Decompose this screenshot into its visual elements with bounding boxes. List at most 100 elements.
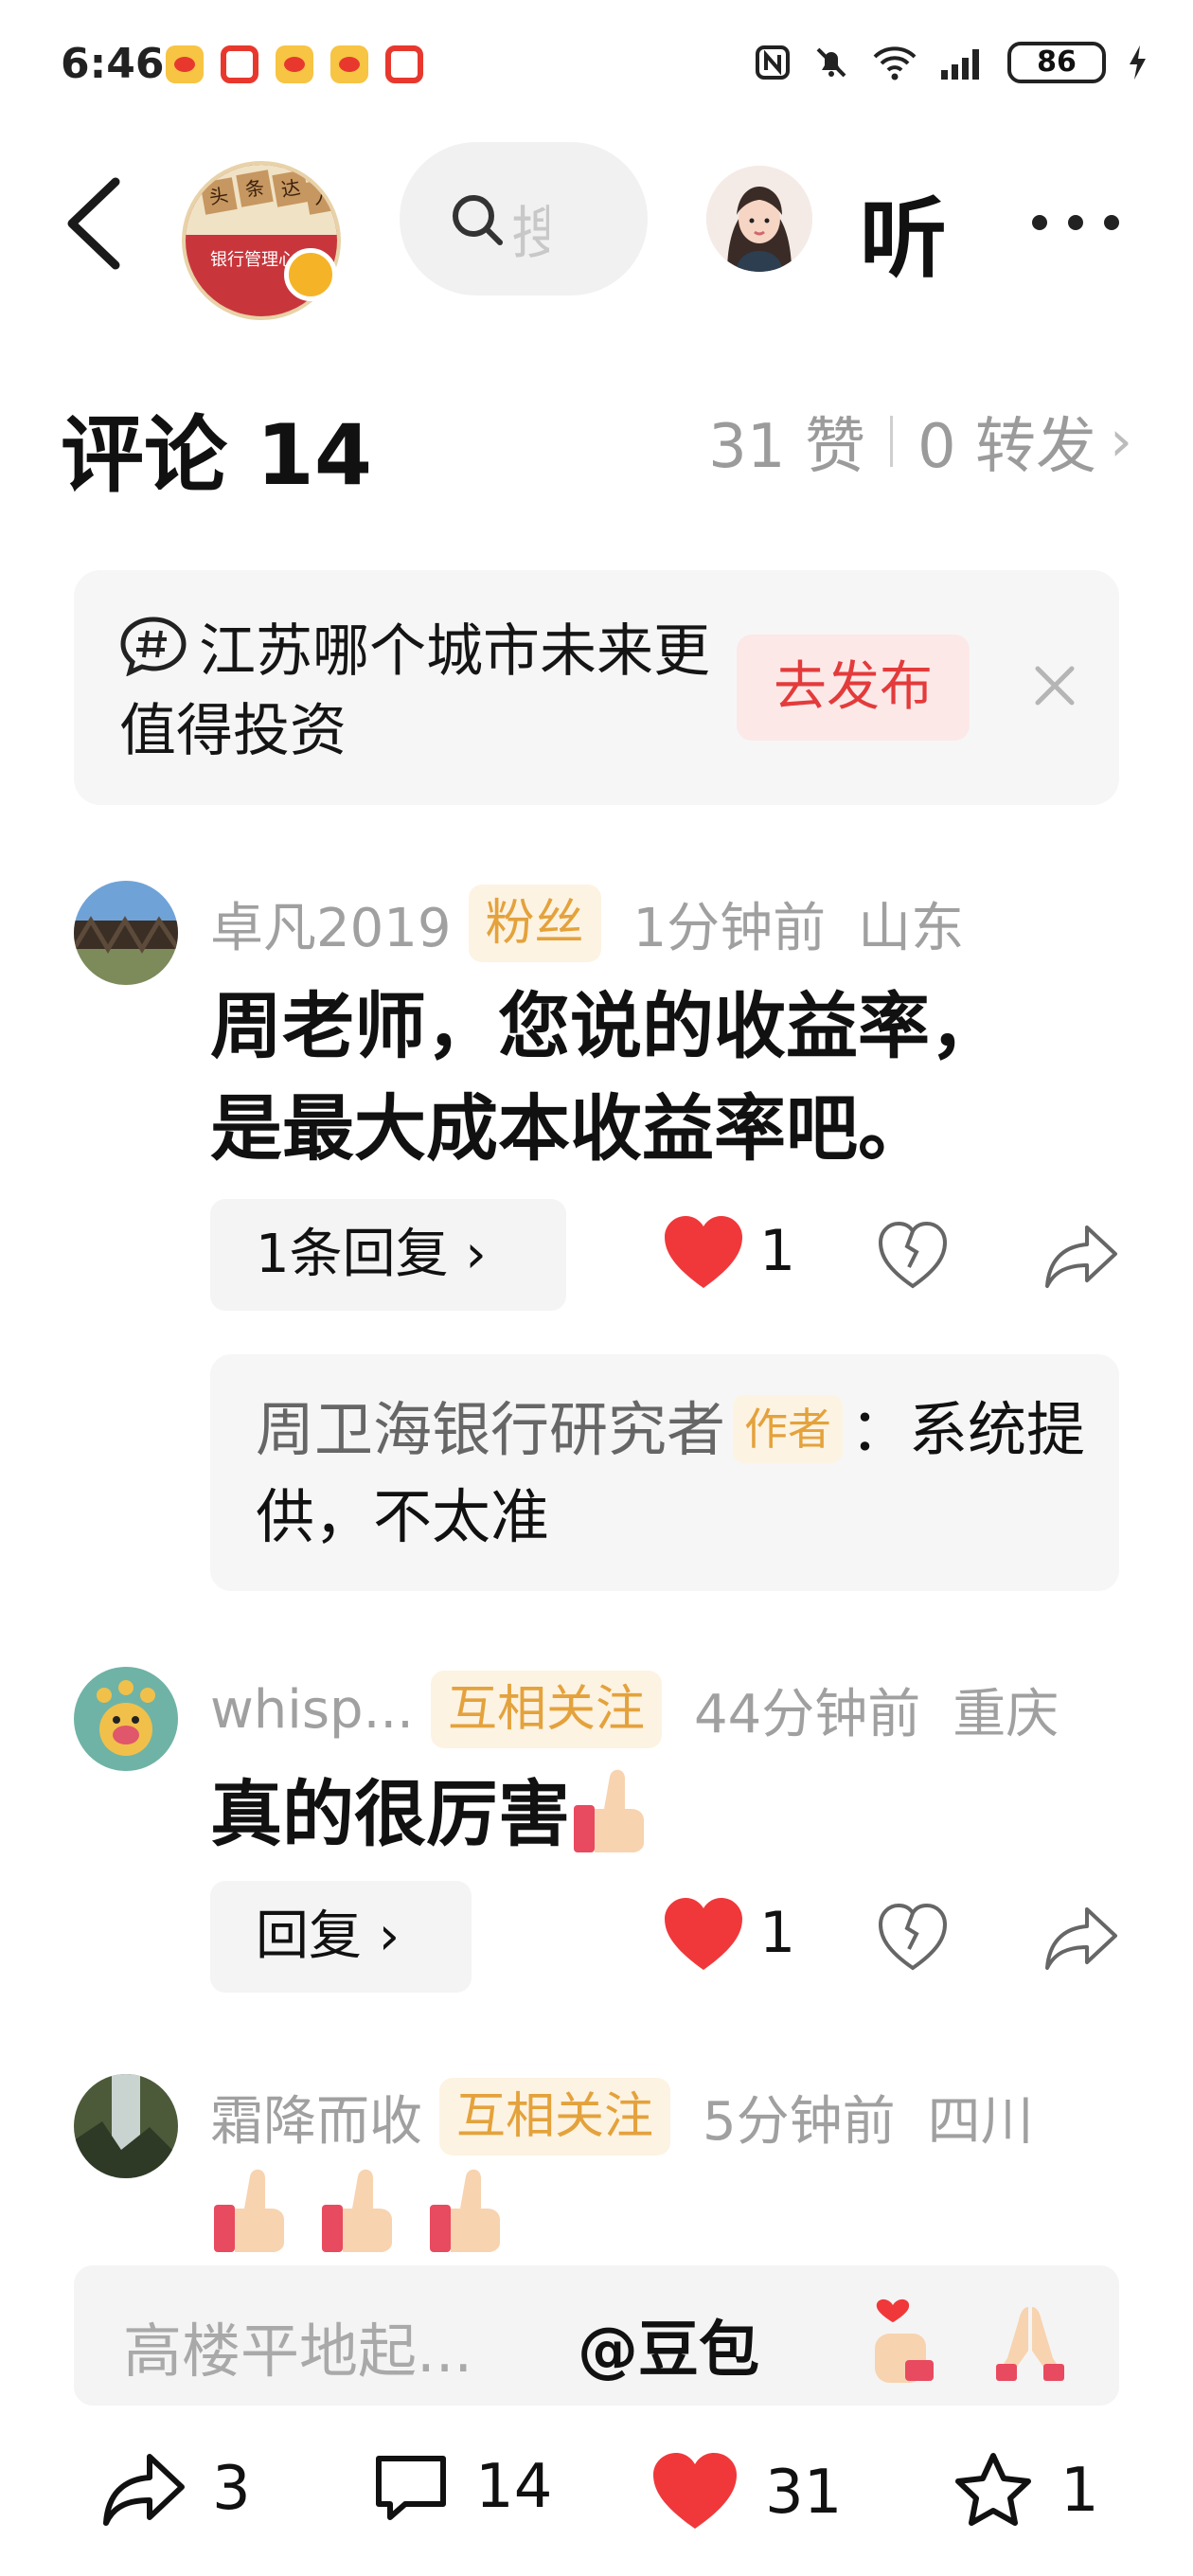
comment-text[interactable]: 真的很厉害 <box>210 1762 661 1866</box>
comment-location: 重庆 <box>953 1683 1059 1745</box>
author-badge: 作者 <box>733 1395 844 1463</box>
share-button[interactable]: 3 <box>102 2451 251 2527</box>
share-icon <box>103 2454 185 2526</box>
author-name[interactable]: 周卫海银行研究者 <box>256 1395 725 1464</box>
praying-hands-emoji-icon[interactable] <box>983 2292 1077 2387</box>
bridge-avatar-icon <box>74 881 178 985</box>
news-app-icon <box>385 45 423 83</box>
nfc-icon <box>756 45 790 80</box>
bottom-action-bar: 3 14 31 1 <box>0 2406 1193 2576</box>
username[interactable]: 卓凡2019 <box>210 886 452 962</box>
comment-text[interactable]: 周老师，您说的收益率， 是最大成本收益率吧。 <box>210 975 1002 1180</box>
comment-meta: 霜降而收 互相关注 5分钟前 四川 <box>210 2078 1034 2156</box>
username[interactable]: whisp... <box>210 1679 414 1741</box>
fan-badge: 粉丝 <box>468 885 601 962</box>
like-button[interactable]: 31 <box>651 2451 842 2534</box>
chevron-right-icon: › <box>1110 408 1132 474</box>
comment-bubble-icon <box>376 2456 446 2520</box>
cover-tag: 达 <box>272 170 310 207</box>
like-count-total: 31 <box>765 2458 843 2528</box>
mutual-follow-badge: 互相关注 <box>430 1671 662 1748</box>
close-topic-button[interactable] <box>1026 657 1083 714</box>
thumbs-up-emoji-icon <box>574 1769 644 1852</box>
broken-heart-icon[interactable] <box>877 1902 949 1974</box>
comment-time: 44分钟前 <box>694 1683 921 1745</box>
favorite-count: 1 <box>1060 2456 1099 2526</box>
more-options-button[interactable] <box>1032 199 1136 246</box>
comment-actions: 1 <box>663 1892 1136 1987</box>
weibo-app-icon <box>166 45 204 83</box>
search-hint: 搜 <box>511 201 549 267</box>
comment-time: 5分钟前 <box>703 2090 896 2153</box>
like-count: 1 <box>759 1900 796 1966</box>
status-bar: 6:46 86 <box>0 0 1193 142</box>
thumbs-up-emoji-icon <box>430 2169 500 2252</box>
comment-count: 14 <box>475 2452 553 2522</box>
mute-bell-icon <box>816 47 846 78</box>
listen-button[interactable]: 听 <box>860 169 947 295</box>
status-system-icons: 86 <box>754 42 1148 83</box>
cover-tag: 条 <box>236 170 274 207</box>
weibo-app-icon <box>276 45 313 83</box>
cover-tag: 人 <box>304 177 337 215</box>
finger-heart-emoji-icon[interactable] <box>846 2292 941 2387</box>
thumbs-up-emoji-icon <box>214 2169 284 2252</box>
monster-avatar-icon <box>74 1667 178 1771</box>
user-avatar[interactable] <box>74 1667 178 1771</box>
comment-button[interactable]: 14 <box>373 2451 552 2523</box>
mention-doubao-button[interactable]: @豆包 <box>578 2301 759 2388</box>
comment-emojis[interactable] <box>210 2161 517 2256</box>
charging-icon <box>1130 45 1146 80</box>
post-stats[interactable]: 31 赞 0 转发 › <box>708 398 1132 485</box>
likes-stat: 31 赞 <box>708 412 865 482</box>
weibo-app-icon <box>330 45 368 83</box>
heart-filled-icon[interactable] <box>663 1214 744 1294</box>
comment-time: 1分钟前 <box>632 897 827 959</box>
view-replies-button[interactable]: 1条回复 › <box>210 1199 566 1311</box>
reply-button[interactable]: 回复 › <box>210 1881 472 1993</box>
topic-card: 江苏哪个城市未来更值得投资 去发布 <box>74 570 1119 805</box>
status-time: 6:46 <box>61 40 165 88</box>
hashtag-bubble-icon <box>120 617 187 676</box>
signal-icon <box>941 49 979 80</box>
like-count: 1 <box>759 1218 796 1284</box>
comment-location: 山东 <box>858 897 965 959</box>
comment-location: 四川 <box>927 2090 1034 2153</box>
heart-filled-icon[interactable] <box>663 1896 744 1976</box>
topic-text: 江苏哪个城市未来更值得投资 <box>119 618 710 764</box>
author-reply[interactable]: 周卫海银行研究者 作者 ：系统提供，不太准 <box>210 1354 1119 1591</box>
star-icon <box>955 2453 1031 2526</box>
search-button[interactable]: 搜 <box>400 142 648 295</box>
wifi-icon <box>873 46 917 80</box>
comment-input[interactable]: 高楼平地起... @豆包 <box>74 2265 1119 2406</box>
publish-button[interactable]: 去发布 <box>737 635 970 741</box>
user-avatar[interactable] <box>74 881 178 985</box>
forwards-stat: 0 转发 <box>917 412 1096 482</box>
search-icon <box>453 195 503 245</box>
waterfall-avatar-icon <box>74 2074 178 2178</box>
mutual-follow-badge: 互相关注 <box>439 2078 671 2156</box>
battery-indicator: 86 <box>1007 42 1106 83</box>
favorite-button[interactable]: 1 <box>953 2451 1099 2531</box>
back-arrow-icon <box>67 177 120 270</box>
share-arrow-icon[interactable] <box>1043 1220 1119 1292</box>
back-button[interactable] <box>57 170 133 275</box>
cover-tag: 头 <box>200 177 238 215</box>
ai-voice-avatar[interactable] <box>706 166 812 272</box>
comment-actions: 1 <box>663 1210 1136 1305</box>
user-avatar[interactable] <box>74 2074 178 2178</box>
comment-meta: 卓凡2019 粉丝 1分钟前 山东 <box>210 885 964 962</box>
share-count: 3 <box>212 2454 251 2524</box>
share-arrow-icon[interactable] <box>1043 1902 1119 1974</box>
thumbs-up-emoji-icon <box>322 2169 392 2252</box>
status-notification-icons <box>166 45 423 83</box>
comment-meta: whisp... 互相关注 44分钟前 重庆 <box>210 1671 1059 1748</box>
verified-badge-icon <box>284 248 337 301</box>
broken-heart-icon[interactable] <box>877 1220 949 1292</box>
username[interactable]: 霜降而收 <box>210 2079 422 2156</box>
close-icon <box>1035 666 1075 706</box>
comments-title: 评论 14 <box>61 406 373 504</box>
news-app-icon <box>221 45 258 83</box>
heart-filled-icon <box>653 2453 737 2529</box>
top-nav: 头 条 达 人 银行管理心语 搜 听 <box>0 142 1193 320</box>
